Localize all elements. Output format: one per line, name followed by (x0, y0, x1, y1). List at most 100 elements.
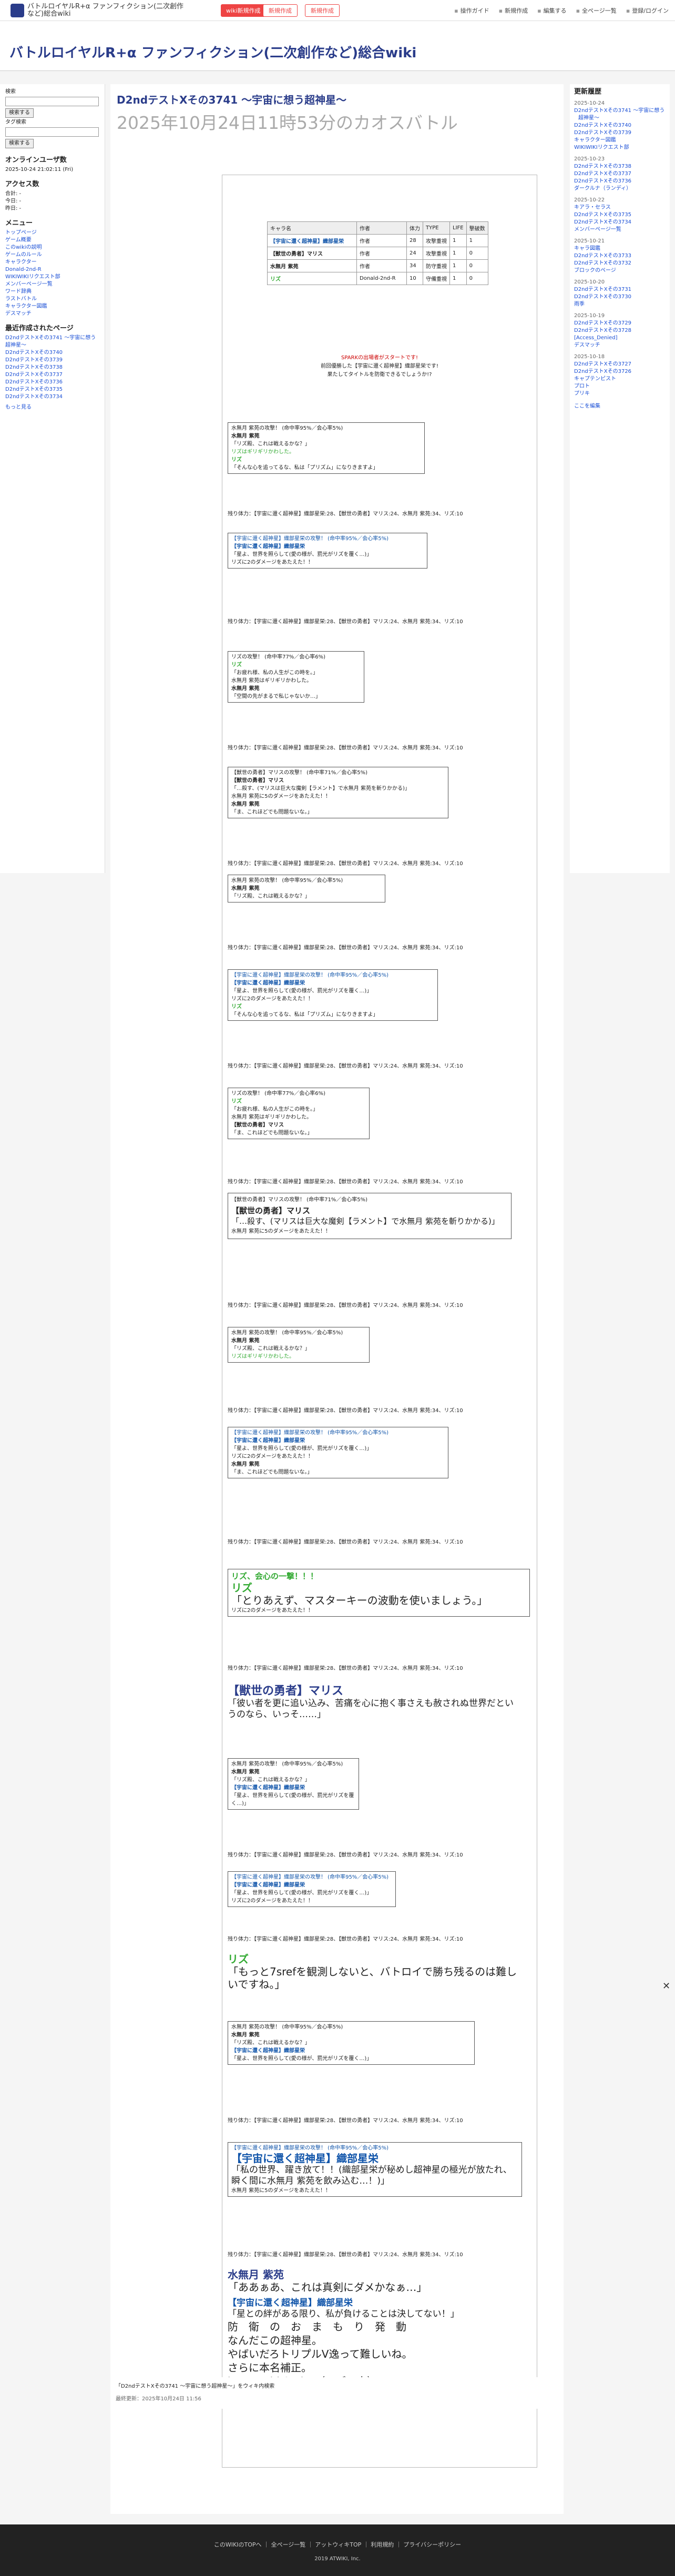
main-content: D2ndテストXその3741 ～宇宙に想う超神星～ 2025年10月24日11時… (110, 84, 564, 2514)
menu-item[interactable]: メンバーページ一覧 (5, 281, 99, 288)
history-item[interactable]: キャラ図鑑 (574, 245, 666, 252)
box-line: 【宇宙に還く超神星】織部星栄の攻撃！ (命中率95%／会心率5%) (231, 536, 389, 542)
box-line: 「そんな心を追ってるな、私は「プリズム」になりきますよ」 (231, 1012, 379, 1018)
menu-item[interactable]: Donald-2nd-R (5, 266, 99, 273)
history-item[interactable]: D2ndテストXその3729 (574, 320, 666, 327)
edit-here-link[interactable]: ここを編集 (574, 403, 666, 410)
box-line: 【宇宙に還く超神星】織部星栄 (231, 1882, 305, 1888)
tag-search-button[interactable]: 検索する (5, 139, 34, 148)
recent-list: D2ndテストXその3741 ～宇宙に想う超神星～ D2ndテストXその3740… (5, 334, 99, 401)
history-list: キャラ図鑑 D2ndテストXその3733 D2ndテストXその3732 ブロック… (574, 245, 666, 275)
box-line: リズはギリギリかわした。 (231, 449, 294, 455)
wiki-create-button[interactable]: wiki新規作成 (221, 4, 266, 17)
history-item[interactable]: D2ndテストXその3741 ～宇宙に想う超神星～ (574, 107, 666, 122)
history-item[interactable]: D2ndテストXその3730 (574, 293, 666, 301)
menu-item[interactable]: ゲーム概要 (5, 237, 99, 244)
recent-item[interactable]: D2ndテストXその3739 (5, 357, 99, 364)
menu-item[interactable]: ワード辞典 (5, 288, 99, 296)
brand[interactable]: バトルロイヤルR+α ファンフィクション(二次創作など)総合wiki (11, 3, 190, 18)
site-title[interactable]: バトルロイヤルR+α ファンフィクション(二次創作など)総合wiki (9, 42, 416, 62)
menu-item[interactable]: トップページ (5, 229, 99, 237)
new-create-button-2[interactable]: 新規作成 (305, 4, 340, 17)
recent-item[interactable]: D2ndテストXその3741 ～宇宙に想う超神星～ (5, 334, 99, 349)
history-item[interactable]: プロト (574, 383, 666, 390)
history-date: 2025-10-24 (574, 100, 605, 106)
box-line: 水無月 紫苑 (231, 886, 260, 891)
footer-link[interactable]: 全ページ一覧 (271, 2541, 306, 2548)
nav-create[interactable]: 新規作成 (499, 6, 528, 15)
character-table: キャラ名 作者 体力 TYPE LIFE 撃破数 【宇宙に還く超神星】織部星栄作… (267, 221, 488, 285)
access-title: アクセス数 (5, 180, 39, 188)
recent-item[interactable]: D2ndテストXその3737 (5, 371, 99, 379)
top-bar: バトルロイヤルR+α ファンフィクション(二次創作など)総合wiki wiki新… (0, 0, 675, 21)
history-item[interactable]: ブロックのページ (574, 267, 666, 275)
history-item[interactable]: メンバーページ一覧 (574, 226, 666, 234)
footer-link[interactable]: 利用規約 (371, 2541, 394, 2548)
history-item[interactable]: D2ndテストXその3735 (574, 211, 666, 219)
menu-item[interactable]: キャラクター (5, 259, 99, 266)
history-item[interactable]: D2ndテストXその3728 (574, 327, 666, 334)
recent-item[interactable]: D2ndテストXその3735 (5, 386, 99, 393)
box-line: 「ま、これほどでも問題ないな。」 (231, 809, 313, 815)
history-item[interactable]: D2ndテストXその3736 (574, 178, 666, 185)
nav-all-pages[interactable]: 全ページ一覧 (576, 6, 617, 15)
history-item[interactable]: ダークルナ（ランディ） (574, 185, 666, 192)
table-cell: 1 (449, 247, 467, 260)
nav-edit[interactable]: 編集する (537, 6, 567, 15)
menu-item[interactable]: このwikiの説明 (5, 244, 99, 251)
history-item[interactable]: D2ndテストXその3726 (574, 368, 666, 376)
menu-title: メニュー (5, 219, 33, 227)
menu-item[interactable]: デスマッチ (5, 310, 99, 318)
page-subtitle: 2025年10月24日11時53分のカオスバトル (117, 113, 458, 133)
recent-item[interactable]: D2ndテストXその3738 (5, 364, 99, 371)
close-icon[interactable]: ✕ (662, 1981, 670, 1992)
recent-item[interactable]: D2ndテストXその3736 (5, 379, 99, 386)
history-item[interactable]: WIKIWIKIリクエスト部 (574, 144, 666, 151)
history-item[interactable]: デスマッチ (574, 342, 666, 349)
wiki-logo (11, 4, 24, 17)
history-item[interactable]: 雨季 (574, 301, 666, 308)
menu-item[interactable]: ラストバトル (5, 296, 99, 303)
tag-input[interactable] (5, 127, 99, 137)
history-item[interactable]: D2ndテストXその3733 (574, 252, 666, 260)
search-button[interactable]: 検索する (5, 108, 34, 118)
search-input[interactable] (5, 97, 99, 106)
menu-item[interactable]: WIKIWIKIリクエスト部 (5, 273, 99, 281)
history-item[interactable]: D2ndテストXその3731 (574, 286, 666, 293)
history-item[interactable]: D2ndテストXその3732 (574, 260, 666, 267)
history-item[interactable]: [Access_Denied] (574, 334, 666, 342)
nav-login[interactable]: 登録/ログイン (626, 6, 669, 15)
history-item[interactable]: プリキ (574, 390, 666, 398)
nav-guide[interactable]: 操作ガイド (454, 6, 489, 15)
table-cell: 作者 (356, 234, 407, 247)
more-link[interactable]: もっと見る (5, 404, 99, 411)
attack-box: リズの攻撃！ (命中率77%／会心率6%) リズ 「お疲れ様、私の人生がこの時を… (228, 651, 364, 703)
history-item[interactable]: D2ndテストXその3738 (574, 163, 666, 170)
history-item[interactable]: D2ndテストXその3740 (574, 122, 666, 129)
box-line: 「リズ殿、これは戦えるかな？」 (231, 1346, 310, 1352)
menu-item[interactable]: キャラクター図鑑 (5, 303, 99, 310)
big-message: 【獣世の勇者】マリス 「彼い者を更に追い込み、苦痛を心に抱く事さえも赦されぬ世界… (228, 1685, 522, 1720)
recent-item[interactable]: D2ndテストXその3734 (5, 393, 99, 401)
recent-item[interactable]: D2ndテストXその3740 (5, 349, 99, 357)
history-item[interactable]: D2ndテストXその3737 (574, 170, 666, 178)
history-item[interactable]: キャラクター図鑑 (574, 137, 666, 144)
history-list: キアラ・セラス D2ndテストXその3735 D2ndテストXその3734 メン… (574, 204, 666, 234)
footer-link[interactable]: このWIKIのTOPへ (214, 2541, 262, 2548)
box-line: リズ (231, 1004, 242, 1010)
wiki-search-link[interactable]: 「D2ndテストXその3741 ～宇宙に想う超神星～」をウィキ内検索 (116, 2381, 274, 2389)
attack-box: 水無月 紫苑の攻撃！ (命中率95%／会心率5%) 水無月 紫苑 「リズ殿、これ… (228, 2021, 475, 2065)
history-item[interactable]: D2ndテストXその3734 (574, 219, 666, 226)
history-item[interactable]: D2ndテストXその3739 (574, 129, 666, 137)
attack-box: 水無月 紫苑の攻撃！ (命中率95%／会心率5%) 水無月 紫苑 「リズ殿、これ… (228, 422, 425, 474)
new-create-button[interactable]: 新規作成 (263, 4, 298, 17)
history-item[interactable]: キアラ・セラス (574, 204, 666, 211)
footer-link[interactable]: プライバシーポリシー (403, 2541, 461, 2548)
history-item[interactable]: D2ndテストXその3727 (574, 361, 666, 368)
footer-link[interactable]: アットウィキTOP (315, 2541, 361, 2548)
box-line: 水無月 紫苑の攻撃！ (命中率95%／会心率5%) (231, 425, 343, 431)
box-line: リズの攻撃！ (命中率77%／会心率6%) (231, 654, 326, 660)
menu-item[interactable]: ゲームのルール (5, 251, 99, 259)
history-item[interactable]: キャプテンピスト (574, 376, 666, 383)
crit-speaker: リズ (231, 1581, 252, 1594)
